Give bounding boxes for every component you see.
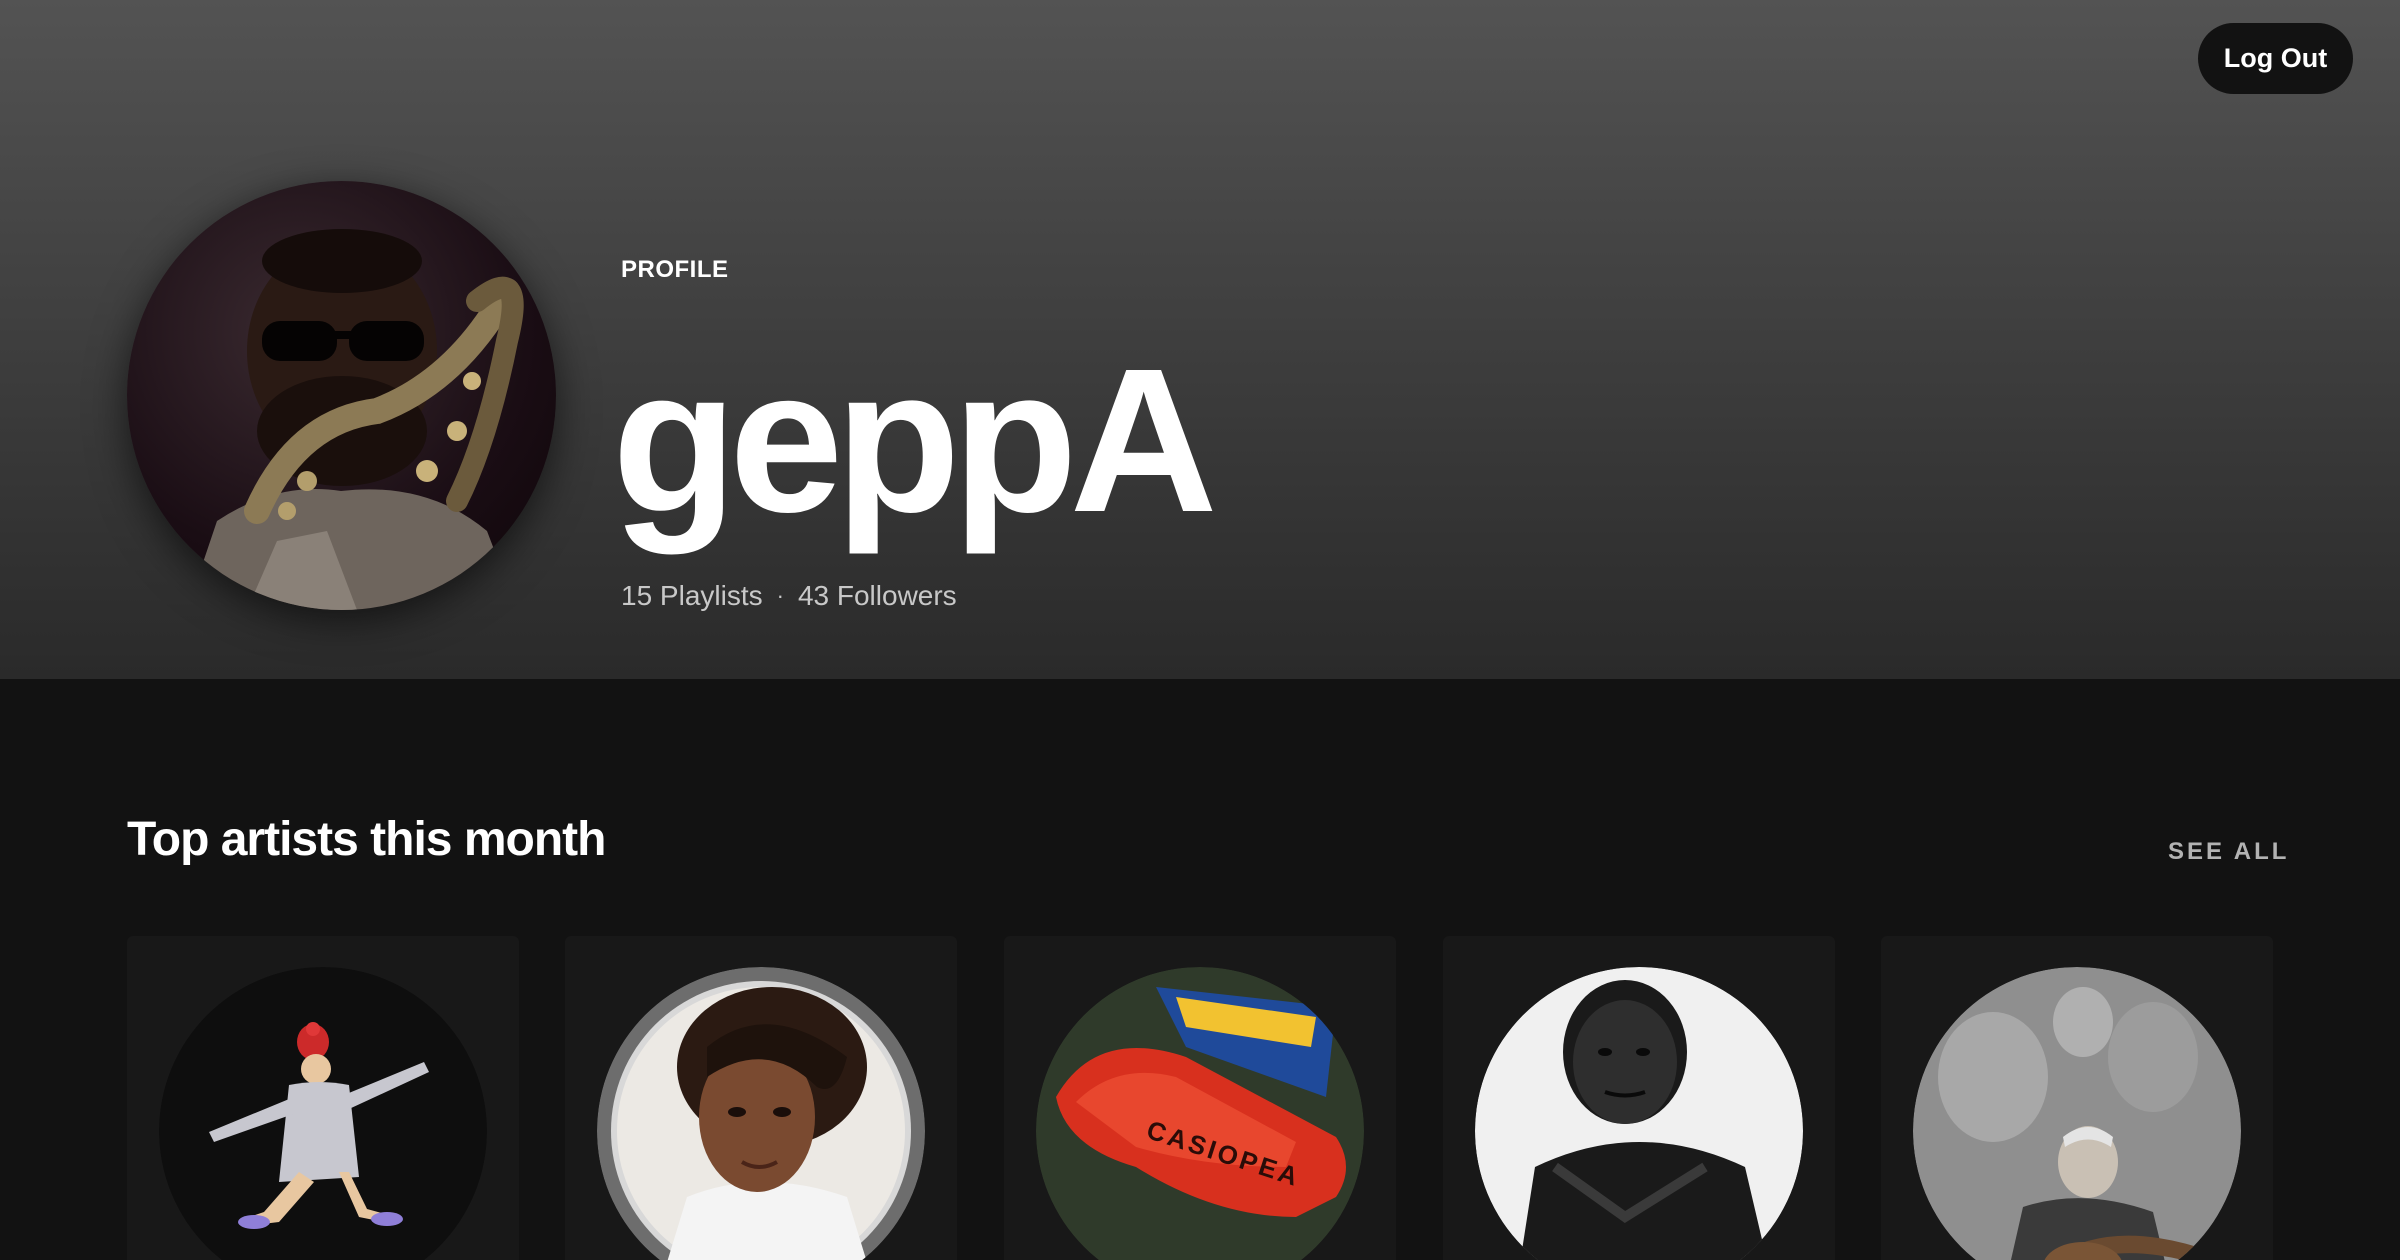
logout-button[interactable]: Log Out: [2198, 23, 2353, 94]
artist-card[interactable]: [1881, 936, 2273, 1260]
artist-image: [1475, 967, 1803, 1260]
artist-card[interactable]: [565, 936, 957, 1260]
artist-image: [159, 967, 487, 1260]
guitarist-sketch: [1913, 967, 2241, 1260]
red-race-car-casiopea: CASIOPEA: [1036, 967, 1364, 1260]
user-name: geppA: [612, 326, 1218, 555]
avatar[interactable]: [127, 181, 556, 610]
section-title[interactable]: Top artists this month: [127, 812, 606, 867]
artist-image: [1913, 967, 2241, 1260]
playlists-count[interactable]: 15 Playlists: [621, 580, 763, 612]
yoga-figure-artwork: [159, 967, 487, 1260]
artist-card[interactable]: CASIOPEA: [1004, 936, 1396, 1260]
stats-separator: ·: [776, 583, 784, 608]
artist-image: [597, 967, 925, 1260]
portrait-curly-hair: [597, 967, 925, 1260]
followers-count[interactable]: 43 Followers: [798, 580, 957, 612]
see-all-link[interactable]: SEE ALL: [2168, 838, 2289, 866]
profile-stats: 15 Playlists · 43 Followers: [621, 580, 957, 612]
artist-card[interactable]: [127, 936, 519, 1260]
bw-portrait: [1475, 967, 1803, 1260]
artist-image: CASIOPEA: [1036, 967, 1364, 1260]
artist-card[interactable]: [1443, 936, 1835, 1260]
profile-header: Log Out PROFILE geppA 15 Playlists · 43 …: [0, 0, 2400, 679]
avatar-saxophonist-image: [187, 229, 524, 610]
profile-page: Log Out PROFILE geppA 15 Playlists · 43 …: [0, 0, 2400, 1260]
profile-type-label: PROFILE: [621, 256, 729, 283]
